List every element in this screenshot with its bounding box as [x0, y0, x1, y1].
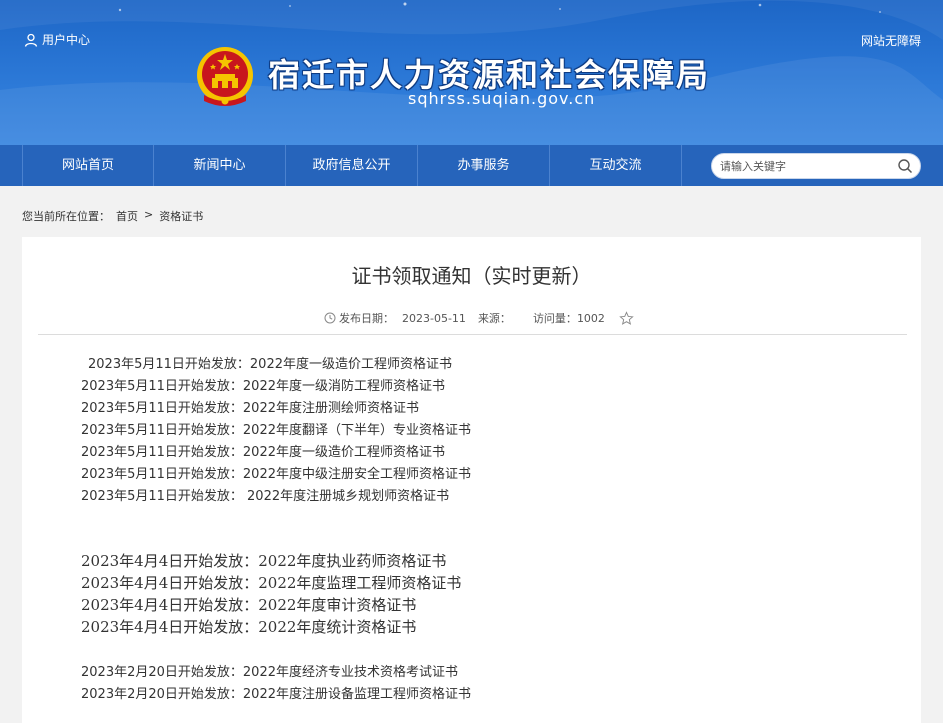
source-label: 来源：	[477, 312, 511, 325]
search-icon[interactable]	[897, 158, 913, 174]
notice-line: 2023年5月11日开始发放：2022年度一级造价工程师资格证书	[88, 357, 452, 372]
notice-line: 2023年4月4日开始发放：2022年度执业药师资格证书	[81, 552, 447, 570]
search-box	[711, 153, 921, 179]
user-center-label: 用户中心	[42, 33, 91, 47]
breadcrumb-current-link[interactable]: 资格证书	[159, 208, 203, 224]
nav-item-interaction[interactable]: 互动交流	[550, 145, 682, 186]
notice-line: 2023年5月11日开始发放：2022年度注册测绘师资格证书	[81, 401, 419, 416]
publish-date-label: 发布日期：	[339, 312, 394, 325]
notice-line: 2023年5月11日开始发放：2022年度一级消防工程师资格证书	[81, 379, 445, 394]
site-domain: sqhrss.suqian.gov.cn	[408, 89, 596, 108]
visits-label: 访问量：	[532, 312, 577, 325]
user-icon	[24, 33, 38, 47]
nav-item-gov-info[interactable]: 政府信息公开	[286, 145, 418, 186]
notice-line: 2023年4月4日开始发放：2022年度监理工程师资格证书	[81, 574, 462, 592]
article-meta: 发布日期： 2023-05-11 来源： 访问量： 1002	[324, 310, 634, 326]
notice-line: 2023年5月11日开始发放： 2022年度注册城乡规划师资格证书	[81, 489, 450, 504]
article-card: 证书领取通知（实时更新） 发布日期： 2023-05-11 来源： 访问量： 1…	[22, 237, 921, 723]
main-nav: 网站首页 新闻中心 政府信息公开 办事服务 互动交流	[0, 145, 943, 186]
user-center-link[interactable]: 用户中心	[24, 31, 90, 48]
notice-line: 2023年2月20日开始发放：2022年度注册设备监理工程师资格证书	[81, 687, 471, 702]
publish-date: 2023-05-11	[402, 311, 466, 325]
notice-line: 2023年4月4日开始发放：2022年度审计资格证书	[81, 596, 417, 614]
nav-item-home[interactable]: 网站首页	[22, 145, 154, 186]
national-emblem-icon	[197, 47, 253, 106]
breadcrumb-home-link[interactable]: 首页	[116, 208, 138, 224]
nav-item-news[interactable]: 新闻中心	[154, 145, 286, 186]
notice-line: 2023年5月11日开始发放：2022年度一级造价工程师资格证书	[81, 445, 445, 460]
breadcrumb-label: 您当前所在位置：	[22, 210, 110, 223]
accessibility-link[interactable]: 网站无障碍	[861, 32, 921, 49]
notice-line: 2023年4月4日开始发放：2022年度统计资格证书	[81, 618, 417, 636]
notice-line: 2023年5月11日开始发放：2022年度中级注册安全工程师资格证书	[81, 467, 471, 482]
notice-line: 2023年2月20日开始发放：2022年度经济专业技术资格考试证书	[81, 665, 458, 680]
nav-item-services[interactable]: 办事服务	[418, 145, 550, 186]
search-input[interactable]	[720, 157, 890, 175]
breadcrumb: 您当前所在位置： 首页 > 资格证书	[22, 208, 203, 224]
notice-line: 2023年5月11日开始发放：2022年度翻译（下半年）专业资格证书	[81, 423, 471, 438]
clock-icon	[324, 312, 336, 324]
breadcrumb-separator: >	[144, 208, 154, 221]
visits-count: 1002	[576, 311, 605, 325]
article-title: 证书领取通知（实时更新）	[351, 264, 592, 288]
site-header: 用户中心 网站无障碍 宿迁市人力资源和社会保障局 sqhrss.suqian.g…	[0, 0, 943, 145]
title-divider	[38, 334, 907, 335]
star-favorite-icon[interactable]	[619, 310, 634, 326]
